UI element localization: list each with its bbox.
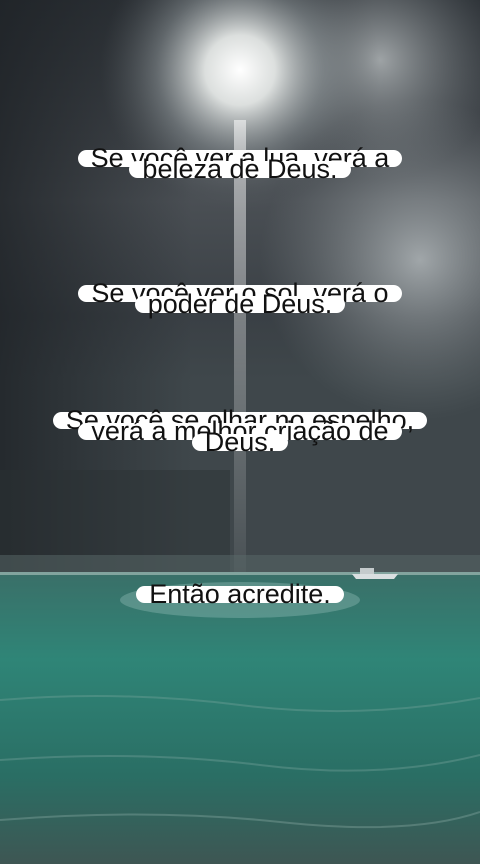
caption-line: beleza de Deus. — [129, 156, 351, 183]
caption-stanza-4: Então acredite. — [0, 581, 480, 608]
caption-line: Deus. — [191, 429, 289, 456]
caption-line: Então acredite. — [136, 581, 344, 608]
caption-stanza-1: Se você ver a lua, verá a beleza de Deus… — [0, 145, 480, 183]
story-screen: Se você ver a lua, verá a beleza de Deus… — [0, 0, 480, 864]
caption-stanza-3: Se você se olhar no espelho, verá a melh… — [0, 407, 480, 456]
caption-line: poder de Deus. — [134, 291, 346, 318]
caption-stanza-2: Se você ver o sol, verá o poder de Deus. — [0, 280, 480, 318]
